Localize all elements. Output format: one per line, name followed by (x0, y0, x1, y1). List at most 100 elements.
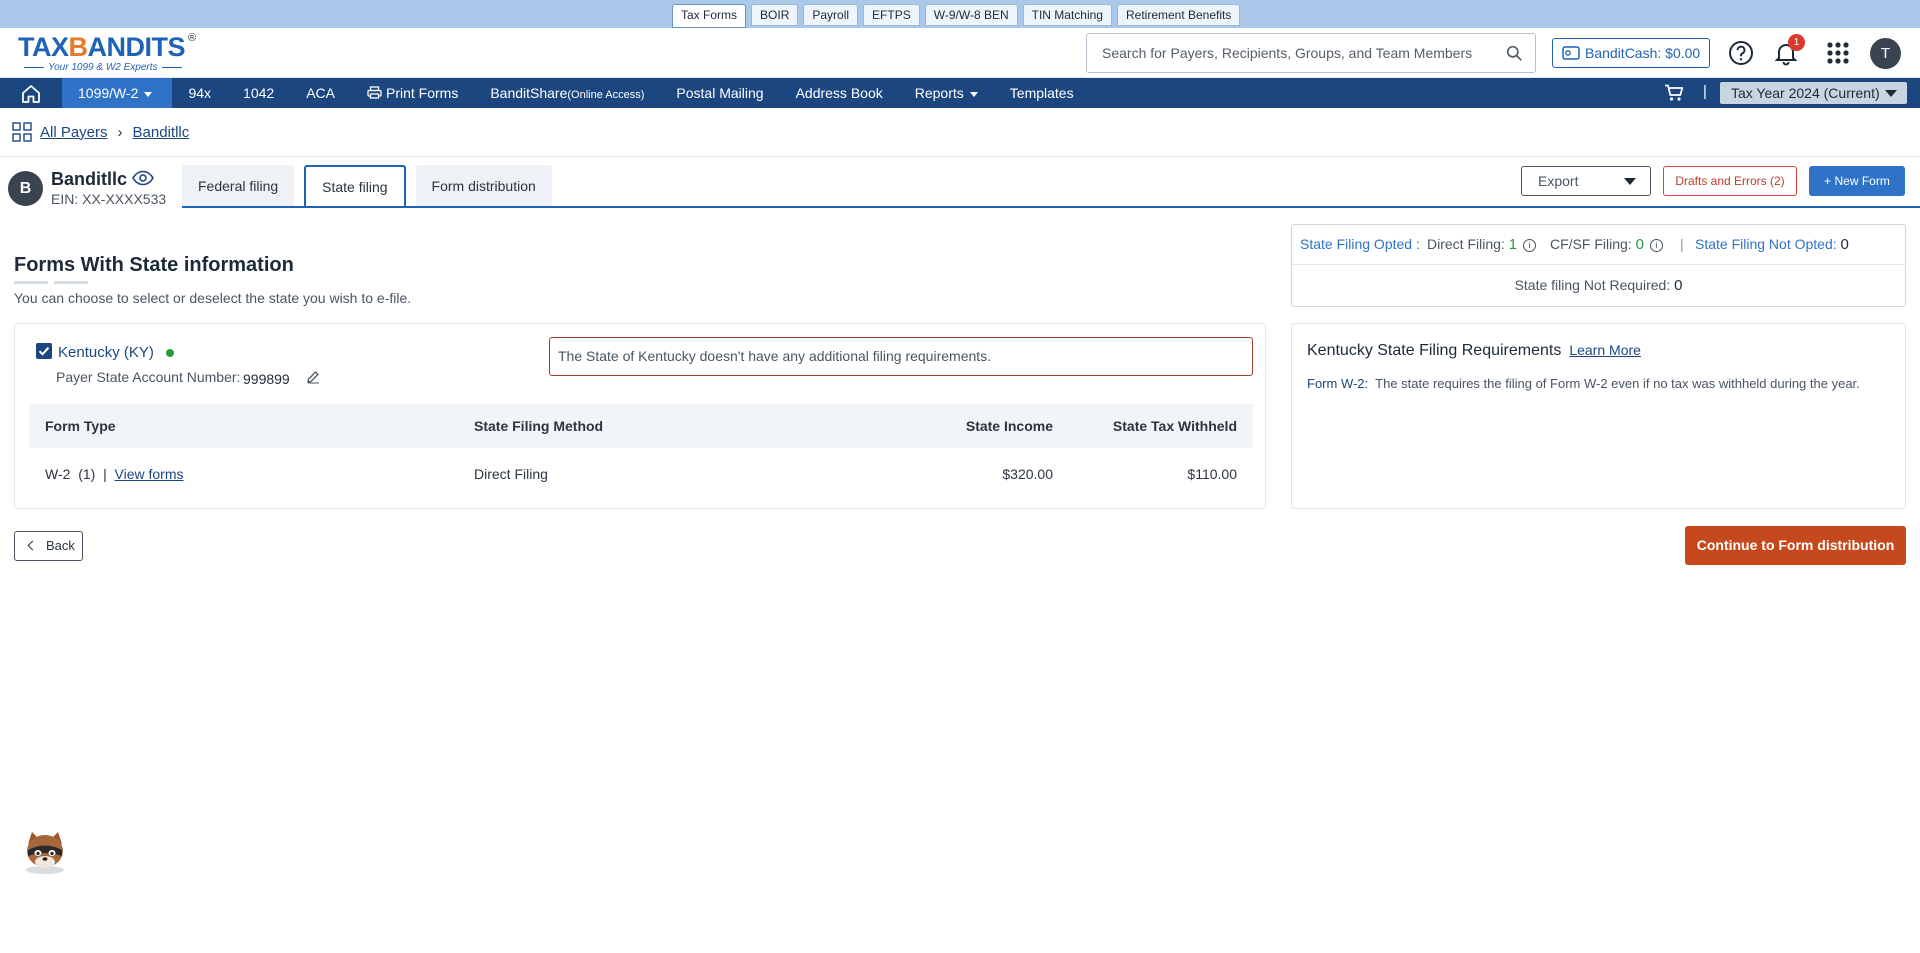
eye-icon[interactable] (132, 170, 154, 186)
bandit-cash-amount: $0.00 (1665, 45, 1701, 61)
wallet-icon (1562, 46, 1580, 60)
state-income-cell: $320.00 (1002, 466, 1053, 482)
search-input[interactable] (1087, 34, 1487, 72)
new-form-label: New Form (1834, 174, 1890, 188)
product-tab-payroll[interactable]: Payroll (803, 4, 859, 26)
direct-filing-label: Direct Filing: (1427, 236, 1505, 252)
export-dropdown[interactable]: Export (1521, 166, 1651, 196)
export-label: Export (1538, 173, 1579, 189)
search-box (1086, 33, 1536, 73)
drafts-and-errors-button[interactable]: Drafts and Errors (2) (1663, 166, 1797, 196)
state-panel-kentucky: Kentucky (KY) Payer State Account Number… (14, 323, 1266, 509)
product-tab-boir[interactable]: BOIR (751, 4, 799, 26)
continue-to-form-distribution-button[interactable]: Continue to Form distribution (1685, 526, 1906, 565)
nav-home[interactable] (0, 78, 62, 108)
product-tab-w9-w8ben[interactable]: W-9/W-8 BEN (924, 4, 1018, 26)
form-type-cell: W-2 (1) | View forms (45, 448, 183, 500)
column-form-type: Form Type (45, 418, 116, 434)
view-forms-link[interactable]: View forms (115, 466, 184, 482)
info-icon[interactable]: i (1523, 238, 1537, 252)
nav-1099-w2[interactable]: 1099/W-2 (62, 78, 173, 108)
nav-templates[interactable]: Templates (994, 78, 1090, 108)
cart-icon[interactable] (1664, 84, 1684, 102)
tax-year-label: Tax Year 2024 (Current) (1731, 85, 1880, 101)
nav-1099-w2-label: 1099/W-2 (78, 85, 139, 101)
breadcrumb-current-payer[interactable]: Banditllc (133, 124, 190, 141)
nav-postal-mailing[interactable]: Postal Mailing (660, 78, 779, 108)
direct-filing-count: Direct Filing: 1i (1427, 236, 1537, 253)
help-icon[interactable] (1728, 40, 1754, 66)
raccoon-mascot-icon[interactable] (20, 826, 70, 876)
tab-state-filing[interactable]: State filing (304, 165, 406, 208)
requirements-title: Kentucky State Filing Requirements Learn … (1307, 342, 1641, 360)
state-name[interactable]: Kentucky (KY) (58, 344, 154, 361)
info-icon[interactable]: i (1649, 238, 1663, 252)
taxbandits-logo[interactable]: TAXBANDITS ® Your 1099 & W2 Experts (18, 32, 203, 74)
apps-grid-icon[interactable] (1825, 40, 1851, 66)
search-icon[interactable] (1506, 45, 1523, 62)
header: TAXBANDITS ® Your 1099 & W2 Experts Band… (0, 28, 1920, 78)
requirements-heading: Kentucky State Filing Requirements (1307, 342, 1562, 359)
state-requirements-panel: Kentucky State Filing Requirements Learn … (1291, 323, 1906, 509)
learn-more-link[interactable]: Learn More (1569, 342, 1641, 358)
user-avatar[interactable]: T (1870, 38, 1901, 69)
nav-reports-label: Reports (914, 85, 964, 101)
breadcrumb-all-payers[interactable]: All Payers (40, 124, 108, 141)
not-required-value: 0 (1674, 277, 1683, 294)
title-decoration (54, 281, 88, 284)
nav-94x[interactable]: 94x (172, 78, 227, 108)
cfsf-filing-value: 0 (1635, 236, 1644, 253)
tax-year-select[interactable]: Tax Year 2024 (Current) (1720, 82, 1907, 104)
column-state-filing-method: State Filing Method (474, 418, 604, 434)
chevron-down-icon (1624, 178, 1636, 185)
cfsf-filing-count: CF/SF Filing: 0i (1550, 236, 1663, 253)
summary-separator: | (1680, 236, 1684, 252)
logo-tagline: Your 1099 & W2 Experts (18, 62, 203, 74)
bandit-cash-button[interactable]: BanditCash: $0.00 (1552, 38, 1710, 68)
tab-federal-filing[interactable]: Federal filing (182, 165, 295, 207)
printer-icon (367, 86, 382, 99)
tab-form-distribution[interactable]: Form distribution (415, 165, 552, 207)
nav-1042[interactable]: 1042 (227, 78, 290, 108)
requirements-text: Form W-2: The state requires the filing … (1307, 375, 1887, 393)
product-strip: Tax Forms BOIR Payroll EFTPS W-9/W-8 BEN… (0, 0, 1920, 28)
nav-banditshare[interactable]: BanditShare(Online Access) (474, 78, 660, 108)
home-icon (22, 84, 40, 103)
state-requirements-note: The State of Kentucky doesn't have any a… (549, 337, 1253, 376)
section-title: Forms With State information (14, 254, 294, 276)
nav-reports[interactable]: Reports (899, 78, 994, 108)
summary-row: State Filing Opted : Direct Filing: 1i C… (1292, 225, 1905, 265)
not-opted-value: 0 (1840, 236, 1849, 253)
nav-aca[interactable]: ACA (290, 78, 351, 108)
product-tabs: Tax Forms BOIR Payroll EFTPS W-9/W-8 BEN… (672, 4, 1241, 28)
payer-name: Banditllc (51, 169, 128, 189)
plus-icon: + (1824, 174, 1835, 188)
product-tab-tax-forms[interactable]: Tax Forms (672, 4, 747, 28)
state-checkbox[interactable] (36, 343, 52, 359)
filing-method-cell: Direct Filing (474, 466, 548, 482)
logo-wordmark: TAXBANDITS (18, 32, 186, 62)
product-tab-tin-matching[interactable]: TIN Matching (1022, 4, 1112, 26)
nav-address-book[interactable]: Address Book (780, 78, 899, 108)
pencil-icon[interactable] (306, 370, 320, 384)
table-header: Form Type State Filing Method State Inco… (29, 404, 1253, 448)
product-tab-retirement-benefits[interactable]: Retirement Benefits (1116, 4, 1241, 26)
filing-tabs: Federal filing State filing Form distrib… (182, 165, 552, 208)
cfsf-filing-label: CF/SF Filing: (1550, 236, 1632, 252)
chevron-left-icon (27, 540, 38, 551)
product-tab-eftps[interactable]: EFTPS (863, 4, 920, 26)
payer-ein: EIN: XX-XXXX533 (51, 191, 167, 207)
back-button[interactable]: Back (14, 531, 83, 561)
nav-print-forms[interactable]: Print Forms (351, 78, 474, 108)
table-row: W-2 (1) | View forms Direct Filing $320.… (29, 448, 1253, 500)
breadcrumb: All Payers › Banditllc (12, 120, 189, 144)
section-description: You can choose to select or deselect the… (14, 290, 412, 306)
checkmark-icon (38, 347, 50, 356)
account-number-label: Payer State Account Number: (56, 369, 241, 385)
not-required-label: State filing Not Required: (1514, 277, 1671, 293)
column-state-tax-withheld: State Tax Withheld (1112, 418, 1237, 434)
new-form-button[interactable]: + New Form (1809, 166, 1905, 196)
column-state-income: State Income (965, 418, 1053, 434)
nav-banditshare-suffix: (Online Access) (567, 89, 645, 101)
chevron-down-icon (969, 91, 978, 97)
